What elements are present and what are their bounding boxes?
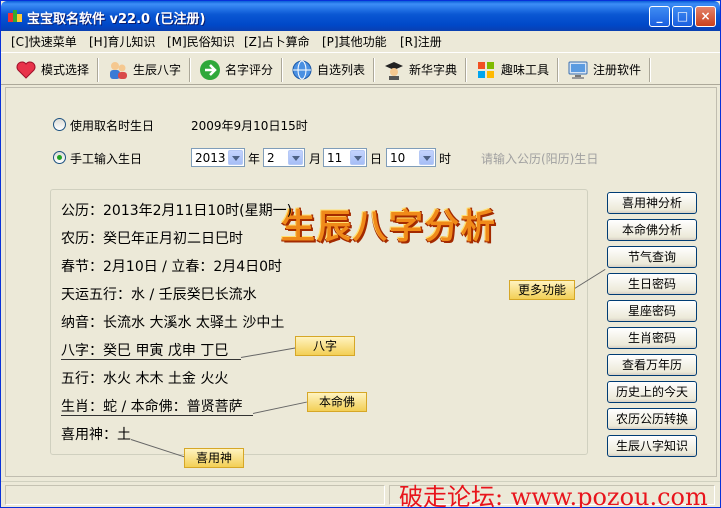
calendar-button[interactable]: 查看万年历 — [607, 354, 697, 376]
info-spring-festival: 春节：2月10日 / 立春：2月4日0时 — [61, 259, 283, 275]
scholar-icon — [383, 59, 405, 81]
app-logo-icon — [7, 8, 23, 24]
info-zodiac: 生肖：蛇 / 本命佛：普贤菩萨 — [61, 399, 243, 415]
day-value: 11 — [327, 151, 343, 165]
toolbar-score-button[interactable]: 名字评分 — [195, 56, 277, 83]
use-naming-birthday-label[interactable]: 使用取名时生日 — [70, 117, 154, 134]
menu-bar: [C]快速菜单 [H]育儿知识 [M]民俗知识 [Z]占卜算命 [P]其他功能 … — [1, 31, 720, 51]
title-bar[interactable]: 宝宝取名软件 v22.0 (已注册) _ □ × — [1, 1, 720, 31]
forum-watermark: 破走论坛: www.pozou.com — [399, 483, 708, 508]
toolbar: 模式选择 生辰八字 名字评分 自选列表 新华字典 趣味工具 注册软件 — [1, 52, 720, 85]
toolbar-score-label: 名字评分 — [225, 63, 274, 77]
chevron-down-icon[interactable] — [228, 150, 243, 165]
info-xiyong: 喜用神：土 — [61, 427, 131, 443]
menu-other[interactable]: [P]其他功能 — [322, 33, 387, 50]
bazi-knowledge-button[interactable]: 生辰八字知识 — [607, 435, 697, 457]
menu-register[interactable]: [R]注册 — [400, 33, 442, 50]
xiyong-analysis-button[interactable]: 喜用神分析 — [607, 192, 697, 214]
year-select[interactable]: 2013 — [191, 148, 245, 167]
manual-birthday-label[interactable]: 手工输入生日 — [70, 150, 142, 167]
close-button[interactable]: × — [695, 6, 716, 27]
toolbar-fun-button[interactable]: 趣味工具 — [471, 56, 553, 83]
info-lunar: 农历：癸巳年正月初二日巳时 — [61, 231, 243, 247]
menu-folklore[interactable]: [M]民俗知识 — [167, 33, 235, 50]
toolbar-bazi-button[interactable]: 生辰八字 — [103, 56, 185, 83]
toolbar-separator — [557, 58, 559, 82]
info-gregorian: 公历：2013年2月11日10时(星期一) — [61, 203, 293, 219]
arrow-right-icon — [199, 59, 221, 81]
toolbar-separator — [649, 58, 651, 82]
more-functions-tag[interactable]: 更多功能 — [509, 280, 575, 300]
year-unit: 年 — [248, 152, 261, 166]
close-icon: × — [700, 9, 711, 23]
toolbar-list-button[interactable]: 自选列表 — [287, 56, 369, 83]
toolbar-fun-label: 趣味工具 — [501, 63, 550, 77]
toolbar-dictionary-button[interactable]: 新华字典 — [379, 56, 461, 83]
info-nayin: 纳音：长流水 大溪水 太驿土 沙中土 — [61, 315, 285, 331]
day-select[interactable]: 11 — [323, 148, 367, 167]
chevron-down-icon[interactable] — [350, 150, 365, 165]
heart-icon — [15, 59, 37, 81]
menu-quick[interactable]: [C]快速菜单 — [11, 33, 77, 50]
buddha-tag: 本命佛 — [307, 392, 367, 412]
toolbar-register-button[interactable]: 注册软件 — [563, 56, 645, 83]
toolbar-separator — [281, 58, 283, 82]
constellation-code-button[interactable]: 星座密码 — [607, 300, 697, 322]
buddha-analysis-button[interactable]: 本命佛分析 — [607, 219, 697, 241]
zodiac-code-button[interactable]: 生肖密码 — [607, 327, 697, 349]
monitor-icon — [567, 59, 589, 81]
toolbar-dictionary-label: 新华字典 — [409, 63, 458, 77]
people-icon — [107, 59, 129, 81]
birthday-code-button[interactable]: 生日密码 — [607, 273, 697, 295]
globe-icon — [291, 59, 313, 81]
bazi-analysis-heading: 生辰八字分析 — [281, 207, 497, 247]
info-bazi: 八字：癸巳 甲寅 戊申 丁巳 — [61, 343, 229, 359]
toolbar-mode-button[interactable]: 模式选择 — [11, 56, 93, 83]
day-unit: 日 — [370, 152, 383, 166]
toolbar-bazi-label: 生辰八字 — [133, 63, 182, 77]
info-tianyun: 天运五行：水 / 壬辰癸巳长流水 — [61, 287, 257, 303]
calendar-convert-button[interactable]: 农历公历转换 — [607, 408, 697, 430]
window-title: 宝宝取名软件 v22.0 (已注册) — [27, 12, 206, 27]
hour-select[interactable]: 10 — [386, 148, 436, 167]
toolbar-register-label: 注册软件 — [593, 63, 642, 77]
use-naming-birthday-radio[interactable] — [53, 118, 66, 131]
xiyong-tag: 喜用神 — [184, 448, 244, 468]
windows-flag-icon — [475, 59, 497, 81]
toolbar-separator — [189, 58, 191, 82]
year-value: 2013 — [195, 151, 226, 165]
menu-parenting[interactable]: [H]育儿知识 — [89, 33, 155, 50]
month-value: 2 — [267, 151, 275, 165]
chevron-down-icon[interactable] — [419, 150, 434, 165]
toolbar-separator — [465, 58, 467, 82]
month-select[interactable]: 2 — [263, 148, 305, 167]
birthday-hint: 请输入公历(阳历)生日 — [481, 152, 599, 166]
maximize-button[interactable]: □ — [672, 6, 693, 27]
month-unit: 月 — [309, 152, 322, 166]
status-cell-main — [5, 485, 385, 505]
maximize-icon: □ — [676, 9, 689, 23]
history-today-button[interactable]: 历史上的今天 — [607, 381, 697, 403]
manual-birthday-radio[interactable] — [53, 151, 66, 164]
toolbar-separator — [97, 58, 99, 82]
zodiac-underline — [61, 415, 253, 416]
chevron-down-icon[interactable] — [288, 150, 303, 165]
info-wuxing: 五行：水火 木木 土金 火火 — [61, 371, 229, 387]
toolbar-mode-label: 模式选择 — [41, 63, 90, 77]
solar-term-button[interactable]: 节气查询 — [607, 246, 697, 268]
minimize-button[interactable]: _ — [649, 6, 670, 27]
toolbar-separator — [373, 58, 375, 82]
naming-birthday-value: 2009年9月10日15时 — [191, 119, 308, 133]
app-window: 宝宝取名软件 v22.0 (已注册) _ □ × [C]快速菜单 [H]育儿知识… — [0, 0, 721, 508]
bazi-underline — [61, 359, 241, 360]
hour-value: 10 — [390, 151, 406, 165]
bazi-tag: 八字 — [295, 336, 355, 356]
hour-unit: 时 — [439, 152, 452, 166]
minimize-icon: _ — [656, 9, 663, 23]
toolbar-list-label: 自选列表 — [317, 63, 366, 77]
menu-divination[interactable]: [Z]占卜算命 — [244, 33, 310, 50]
